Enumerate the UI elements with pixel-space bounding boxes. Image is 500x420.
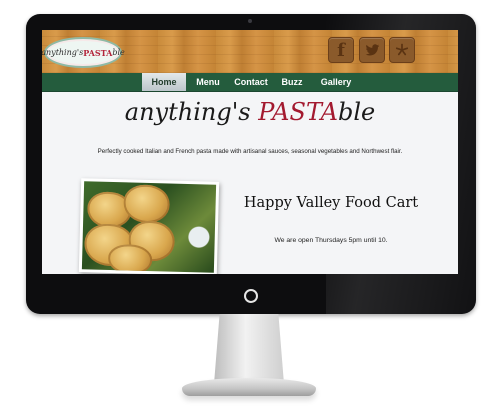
- webcam-icon: [248, 19, 252, 23]
- website-screen: anything's PASTA ble f Home Menu Contact …: [42, 30, 458, 274]
- tagline: Perfectly cooked Italian and French past…: [97, 148, 403, 155]
- nav-item-gallery[interactable]: Gallery: [314, 73, 358, 91]
- facebook-icon[interactable]: f: [328, 37, 354, 63]
- ravioli: [107, 243, 153, 273]
- hours-text: We are open Thursdays 5pm until 10.: [274, 237, 388, 244]
- page-title: anything's PASTAble: [42, 98, 458, 126]
- nav-item-buzz[interactable]: Buzz: [277, 73, 307, 91]
- logo-text-suffix: ble: [112, 48, 125, 57]
- food-photo: [78, 178, 220, 274]
- nav-item-menu[interactable]: Menu: [189, 73, 227, 91]
- logo-text-accent: PASTA: [83, 47, 113, 58]
- monitor-base: [182, 378, 316, 396]
- section-heading: Happy Valley Food Cart: [243, 195, 419, 211]
- title-accent: PASTA: [258, 98, 338, 126]
- yelp-icon[interactable]: [389, 37, 415, 63]
- logo-text-prefix: anything's: [42, 48, 84, 57]
- power-button[interactable]: [244, 289, 258, 303]
- site-logo[interactable]: anything's PASTA ble: [42, 37, 125, 68]
- monitor-stand: [214, 314, 284, 384]
- twitter-icon[interactable]: [359, 37, 385, 63]
- ravioli: [123, 184, 171, 224]
- nav-item-home[interactable]: Home: [142, 73, 186, 91]
- ravioli-image: [81, 181, 217, 273]
- title-suffix: ble: [337, 98, 376, 126]
- nav-item-contact[interactable]: Contact: [230, 73, 272, 91]
- main-nav: Home Menu Contact Buzz Gallery: [42, 73, 458, 92]
- title-prefix: anything's: [124, 98, 259, 126]
